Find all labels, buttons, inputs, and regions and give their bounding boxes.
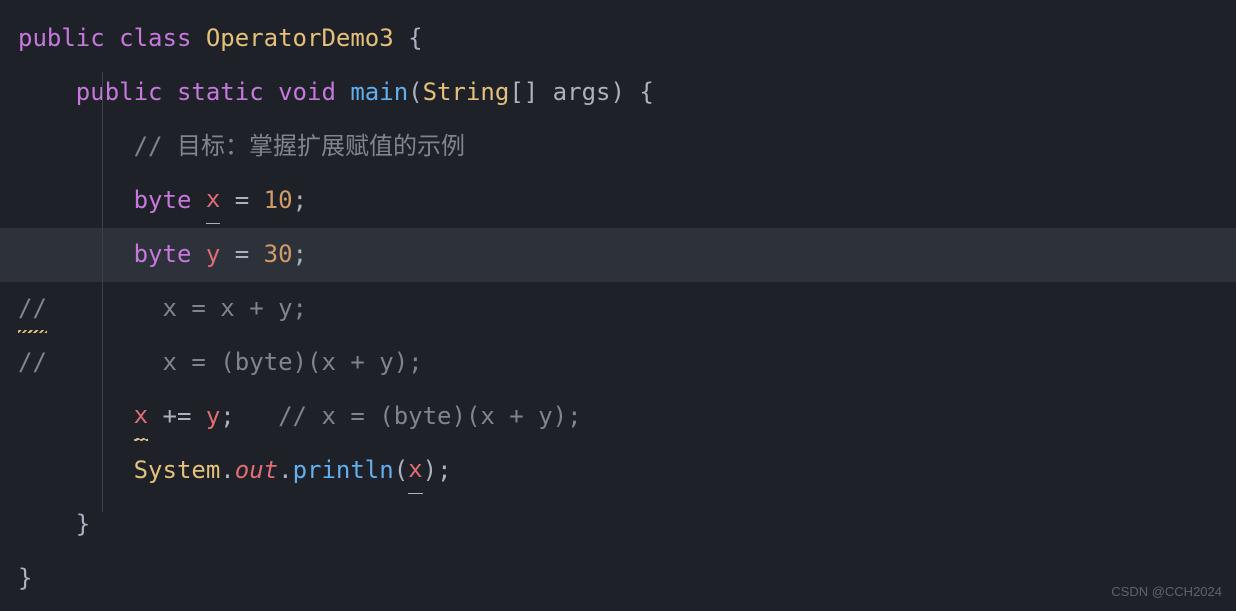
commented-code: x = x + y;	[163, 287, 308, 330]
indent	[18, 233, 134, 276]
variable-x: x	[408, 448, 422, 493]
code-editor[interactable]: public class OperatorDemo3 { public stat…	[0, 12, 1236, 606]
class-name: OperatorDemo3	[206, 17, 394, 60]
code-line[interactable]: x += y; // x = (byte)(x + y);	[0, 390, 1236, 444]
comment: // x = (byte)(x + y);	[278, 395, 581, 438]
paren: )	[610, 71, 624, 114]
class-system: System	[134, 449, 221, 492]
brace: }	[76, 503, 90, 546]
number-literal: 30	[264, 233, 293, 276]
assign-op: =	[220, 179, 263, 222]
code-line[interactable]: byte x = 10;	[0, 174, 1236, 228]
keyword-class: class	[119, 17, 191, 60]
param-type: String	[423, 71, 510, 114]
indent	[18, 71, 76, 114]
comment-slashes: //	[18, 287, 47, 330]
variable-x: x	[134, 394, 148, 439]
brackets: []	[509, 71, 538, 114]
commented-code: x = (byte)(x + y);	[163, 341, 423, 384]
keyword-public: public	[18, 17, 105, 60]
indent	[18, 395, 134, 438]
variable-y: y	[206, 395, 220, 438]
paren: (	[408, 71, 422, 114]
semicolon: ;	[220, 395, 234, 438]
field-out: out	[235, 449, 278, 492]
comment-slashes: //	[18, 341, 47, 384]
brace: }	[18, 557, 32, 600]
paren: )	[423, 449, 437, 492]
code-line-highlighted[interactable]: byte y = 30;	[0, 228, 1236, 282]
comment-spacing	[47, 341, 163, 384]
keyword-static: static	[177, 71, 264, 114]
code-line[interactable]: // 目标：掌握扩展赋值的示例	[0, 120, 1236, 174]
compound-assign-op: +=	[148, 395, 206, 438]
indent	[18, 125, 134, 168]
indent	[18, 179, 134, 222]
indent-guide	[102, 72, 103, 512]
code-line[interactable]: // x = x + y;	[0, 282, 1236, 336]
brace: {	[394, 17, 423, 60]
keyword-byte: byte	[134, 179, 192, 222]
watermark: CSDN @CCH2024	[1111, 580, 1222, 603]
paren: (	[394, 449, 408, 492]
assign-op: =	[220, 233, 263, 276]
semicolon: ;	[293, 233, 307, 276]
comment-spacing	[47, 287, 163, 330]
code-line[interactable]: // x = (byte)(x + y);	[0, 336, 1236, 390]
keyword-byte: byte	[134, 233, 192, 276]
semicolon: ;	[293, 179, 307, 222]
method-name: main	[350, 71, 408, 114]
indent	[18, 449, 134, 492]
number-literal: 10	[264, 179, 293, 222]
indent	[18, 503, 76, 546]
variable-x: x	[206, 178, 220, 223]
keyword-void: void	[278, 71, 336, 114]
code-line[interactable]: public static void main(String[] args) {	[0, 66, 1236, 120]
code-line[interactable]: }	[0, 498, 1236, 552]
comment: // 目标：掌握扩展赋值的示例	[134, 125, 465, 168]
method-println: println	[293, 449, 394, 492]
dot: .	[220, 449, 234, 492]
dot: .	[278, 449, 292, 492]
keyword-public: public	[76, 71, 163, 114]
semicolon: ;	[437, 449, 451, 492]
code-line[interactable]: public class OperatorDemo3 {	[0, 12, 1236, 66]
code-line[interactable]: }	[0, 552, 1236, 606]
variable-y: y	[206, 233, 220, 276]
param-name: args	[553, 71, 611, 114]
code-line[interactable]: System.out.println(x);	[0, 444, 1236, 498]
brace: {	[625, 71, 654, 114]
